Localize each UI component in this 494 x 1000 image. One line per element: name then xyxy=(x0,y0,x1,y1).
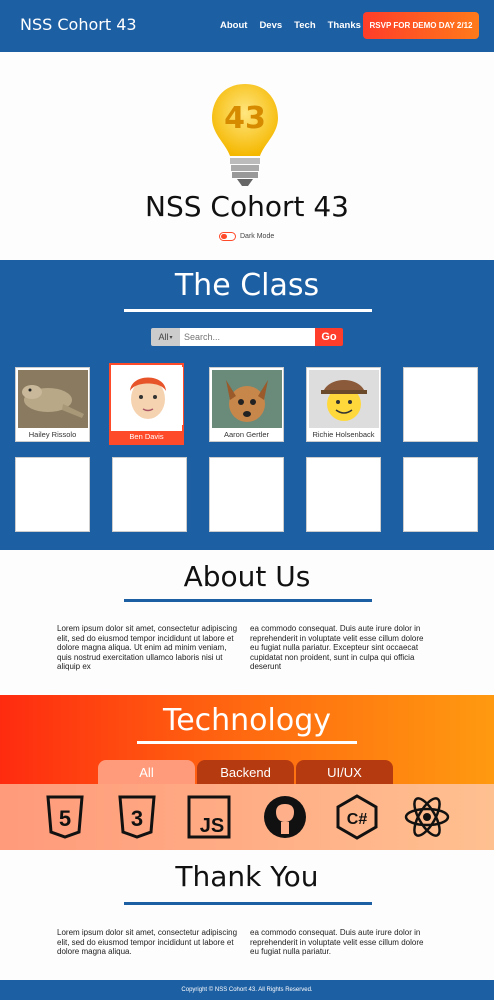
member-card-selected[interactable]: Ben Davis xyxy=(109,363,184,445)
dark-mode-toggle[interactable]: Dark Mode xyxy=(219,232,274,241)
tech-tabs: All Backend UI/UX xyxy=(98,760,393,784)
copyright-text: Copyright © NSS Cohort 43. All Rights Re… xyxy=(181,987,313,993)
title-underline xyxy=(124,309,372,312)
title-underline xyxy=(124,902,372,905)
nav-link-about[interactable]: About xyxy=(220,20,247,31)
page-title: NSS Cohort 43 xyxy=(145,190,349,223)
filter-select[interactable]: All ▾ xyxy=(151,328,180,346)
class-section: The Class All▾ Go Hailey Rissolo Ben Dav… xyxy=(0,260,494,550)
hero-section: 43 NSS Cohort 43 Dark Mode xyxy=(0,52,494,260)
member-card[interactable]: Richie Holsenback xyxy=(306,367,381,442)
member-card-empty[interactable] xyxy=(403,367,478,442)
html5-icon: 5 xyxy=(46,795,84,839)
tab-uiux[interactable]: UI/UX xyxy=(296,760,393,784)
tech-icon-bar: 5 3 JS C# xyxy=(0,784,494,850)
js-icon: JS xyxy=(187,795,231,839)
section-title-thanks: Thank You xyxy=(175,860,319,893)
nav-link-tech[interactable]: Tech xyxy=(294,20,315,31)
toggle-switch[interactable] xyxy=(219,232,236,241)
tab-backend[interactable]: Backend xyxy=(197,760,294,784)
github-icon xyxy=(264,796,306,838)
member-photo xyxy=(18,370,88,428)
svg-text:5: 5 xyxy=(59,806,71,831)
search-input[interactable] xyxy=(180,328,315,346)
lightbulb-logo: 43 xyxy=(212,84,278,186)
technology-section: Technology All Backend UI/UX 5 3 JS C# xyxy=(0,695,494,850)
svg-text:C#: C# xyxy=(347,811,368,828)
logo-number: 43 xyxy=(224,101,266,136)
thanks-text-col2: ea commodo consequat. Duis aute irure do… xyxy=(250,928,424,957)
about-text-col2: ea commodo consequat. Duis aute irure do… xyxy=(250,624,424,672)
thanks-section: Thank You Lorem ipsum dolor sit amet, co… xyxy=(0,850,494,980)
navbar: NSS Cohort 43 About Devs Tech Thanks RSV… xyxy=(0,0,494,52)
title-underline xyxy=(137,741,357,744)
member-photo xyxy=(212,370,282,428)
about-section: About Us Lorem ipsum dolor sit amet, con… xyxy=(0,550,494,695)
dark-mode-label: Dark Mode xyxy=(240,233,275,240)
search-bar: All▾ Go xyxy=(151,328,343,346)
section-title-about: About Us xyxy=(183,560,311,593)
member-card[interactable]: Aaron Gertler xyxy=(209,367,284,442)
footer: Copyright © NSS Cohort 43. All Rights Re… xyxy=(0,980,494,1000)
member-card[interactable]: Hailey Rissolo xyxy=(15,367,90,442)
css3-icon: 3 xyxy=(118,795,156,839)
member-avatar xyxy=(113,367,183,425)
brand-link[interactable]: NSS Cohort 43 xyxy=(20,15,137,34)
member-card-empty[interactable] xyxy=(15,457,90,532)
tab-all[interactable]: All xyxy=(98,760,195,784)
go-button[interactable]: Go xyxy=(315,328,343,346)
react-icon xyxy=(404,797,450,837)
about-text-col1: Lorem ipsum dolor sit amet, consectetur … xyxy=(57,624,238,672)
title-underline xyxy=(124,599,372,602)
member-card-empty[interactable] xyxy=(306,457,381,532)
section-title-technology: Technology xyxy=(162,703,332,738)
svg-text:JS: JS xyxy=(200,815,224,837)
member-card-empty[interactable] xyxy=(403,457,478,532)
member-name: Richie Holsenback xyxy=(312,430,375,439)
member-card-empty[interactable] xyxy=(209,457,284,532)
csharp-icon: C# xyxy=(336,794,378,840)
nav-link-thanks[interactable]: Thanks xyxy=(328,20,361,31)
member-card-empty[interactable] xyxy=(112,457,187,532)
rsvp-button[interactable]: RSVP FOR DEMO DAY 2/12 xyxy=(363,12,479,39)
member-name: Hailey Rissolo xyxy=(28,430,77,439)
member-photo xyxy=(309,370,379,428)
nav-links: About Devs Tech Thanks xyxy=(220,20,373,31)
nav-link-devs[interactable]: Devs xyxy=(259,20,282,31)
svg-text:3: 3 xyxy=(131,806,143,831)
thanks-text-col1: Lorem ipsum dolor sit amet, consectetur … xyxy=(57,928,238,957)
member-name: Aaron Gertler xyxy=(223,430,270,439)
member-name: Ben Davis xyxy=(111,431,182,443)
section-title-class: The Class xyxy=(174,268,320,303)
